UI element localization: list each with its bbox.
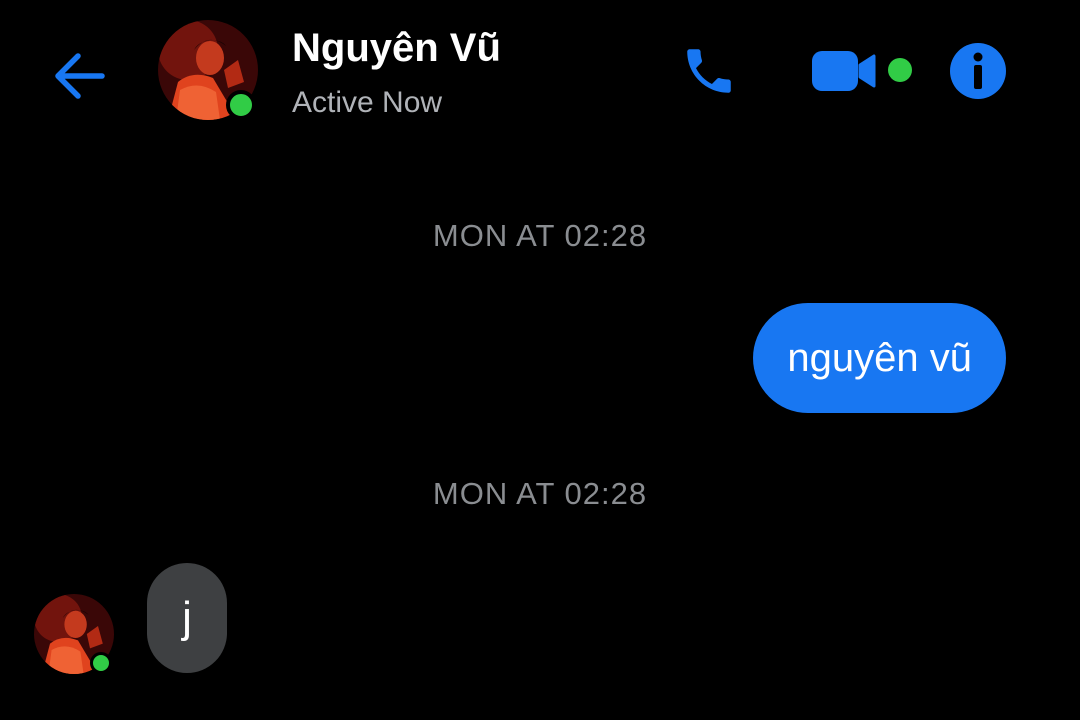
incoming-message-bubble[interactable]: j — [147, 563, 227, 673]
phone-icon — [687, 49, 731, 93]
conversation-info-button[interactable] — [949, 42, 1007, 100]
chat-header: Nguyên Vũ Active Now — [0, 0, 1080, 150]
sender-avatar[interactable] — [34, 594, 114, 674]
arrow-left-icon — [55, 53, 105, 99]
voice-call-button[interactable] — [680, 42, 738, 100]
contact-status: Active Now — [292, 86, 443, 119]
video-call-button[interactable] — [810, 48, 878, 94]
online-indicator — [226, 90, 256, 120]
video-camera-icon — [812, 51, 876, 91]
contact-avatar[interactable] — [158, 20, 258, 120]
back-button[interactable] — [50, 50, 108, 102]
message-timestamp: MON AT 02:28 — [432, 218, 648, 253]
message-timestamp: MON AT 02:28 — [432, 476, 648, 511]
online-indicator — [90, 652, 112, 674]
video-active-indicator — [888, 58, 912, 82]
info-icon — [950, 43, 1006, 99]
contact-name[interactable]: Nguyên Vũ — [292, 26, 501, 71]
outgoing-message-bubble[interactable]: nguyên vũ — [753, 303, 1006, 413]
